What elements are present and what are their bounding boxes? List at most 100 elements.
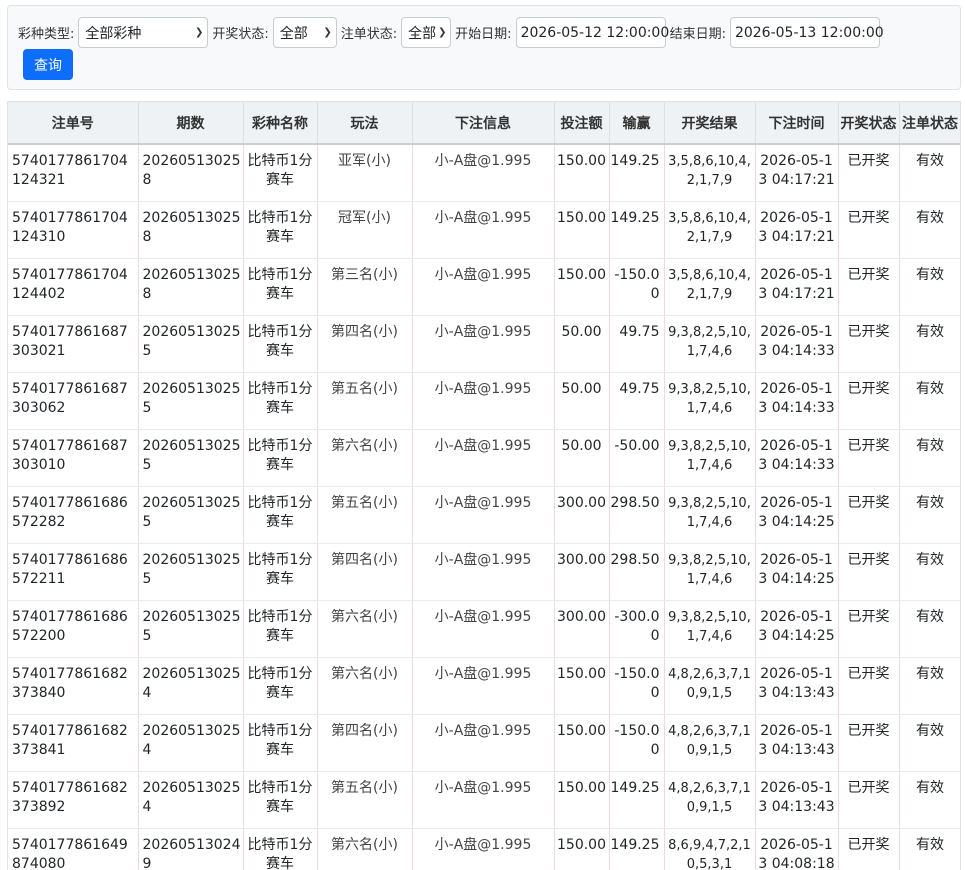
cell-draw-result: 9,3,8,2,5,10,1,7,4,6 xyxy=(664,372,756,430)
bet-status-value: 全部 xyxy=(408,25,437,42)
query-button[interactable]: 查询 xyxy=(23,49,73,80)
cell-win-loss: 149.25 xyxy=(609,771,665,829)
cell-bet-status: 有效 xyxy=(899,828,960,870)
cell-play-type: 第四名(小) xyxy=(317,543,413,601)
bet-status-label: 注单状态: xyxy=(340,27,398,42)
lottery-type-select[interactable]: 全部彩种 ❯ xyxy=(78,17,209,48)
cell-bet-amount: 50.00 xyxy=(554,429,610,487)
cell-bet-info: 小-A盘@1.995 xyxy=(412,657,555,715)
column-header-win-loss: 输赢 xyxy=(609,102,665,145)
cell-bet-status: 有效 xyxy=(899,258,960,316)
cell-draw-status: 已开奖 xyxy=(838,600,900,658)
cell-bet-id: 5740177861682373840 xyxy=(8,657,139,715)
end-date-input[interactable]: 2026-05-13 12:00:00 xyxy=(729,17,884,48)
start-date-value: 2026-05-12 12:00:00 xyxy=(520,24,670,41)
cell-play-type: 第四名(小) xyxy=(317,714,413,772)
cell-bet-amount: 150.00 xyxy=(554,714,610,772)
cell-period: 202605130255 xyxy=(138,486,244,544)
cell-win-loss: -150.00 xyxy=(609,258,665,316)
cell-bet-status: 有效 xyxy=(899,201,960,259)
cell-win-loss: -300.00 xyxy=(609,600,665,658)
cell-lottery-name: 比特币1分赛车 xyxy=(243,486,318,544)
cell-play-type: 第五名(小) xyxy=(317,486,413,544)
table-row: 5740177861687303062 202605130255 比特币1分赛车 第五… xyxy=(8,372,960,430)
column-header-bet-amount: 投注额 xyxy=(554,102,610,145)
cell-bet-time: 2026-05-13 04:14:25 xyxy=(755,543,839,601)
cell-bet-info: 小-A盘@1.995 xyxy=(412,714,555,772)
cell-bet-amount: 50.00 xyxy=(554,315,610,373)
cell-draw-result: 9,3,8,2,5,10,1,7,4,6 xyxy=(664,429,756,487)
cell-bet-id: 5740177861682373892 xyxy=(8,771,139,829)
cell-bet-info: 小-A盘@1.995 xyxy=(412,372,555,430)
table-row: 5740177861704124321 202605130258 比特币1分赛车 亚军… xyxy=(8,144,960,202)
cell-bet-info: 小-A盘@1.995 xyxy=(412,429,555,487)
table-row: 5740177861682373892 202605130254 比特币1分赛车 第五… xyxy=(8,771,960,829)
table-row: 5740177861686572211 202605130255 比特币1分赛车 第四… xyxy=(8,543,960,601)
cell-bet-time: 2026-05-13 04:13:43 xyxy=(755,771,839,829)
cell-draw-status: 已开奖 xyxy=(838,657,900,715)
cell-play-type: 第五名(小) xyxy=(317,372,413,430)
cell-bet-time: 2026-05-13 04:17:21 xyxy=(755,201,839,259)
cell-bet-status: 有效 xyxy=(899,657,960,715)
cell-bet-id: 5740177861704124402 xyxy=(8,258,139,316)
cell-lottery-name: 比特币1分赛车 xyxy=(243,657,318,715)
cell-bet-amount: 150.00 xyxy=(554,144,610,202)
cell-win-loss: -50.00 xyxy=(609,429,665,487)
chevron-down-icon: ❯ xyxy=(438,27,447,38)
cell-lottery-name: 比特币1分赛车 xyxy=(243,315,318,373)
cell-play-type: 第六名(小) xyxy=(317,657,413,715)
cell-draw-result: 9,3,8,2,5,10,1,7,4,6 xyxy=(664,315,756,373)
cell-bet-amount: 300.00 xyxy=(554,486,610,544)
cell-play-type: 第五名(小) xyxy=(317,771,413,829)
cell-draw-result: 4,8,2,6,3,7,10,9,1,5 xyxy=(664,771,756,829)
table-row: 5740177861686572200 202605130255 比特币1分赛车 第六… xyxy=(8,600,960,658)
cell-bet-amount: 300.00 xyxy=(554,600,610,658)
cell-bet-info: 小-A盘@1.995 xyxy=(412,258,555,316)
column-header-bet-status: 注单状态 xyxy=(899,102,960,145)
table-row: 5740177861682373841 202605130254 比特币1分赛车 第四… xyxy=(8,714,960,772)
cell-draw-status: 已开奖 xyxy=(838,828,900,870)
cell-draw-status: 已开奖 xyxy=(838,372,900,430)
cell-bet-info: 小-A盘@1.995 xyxy=(412,771,555,829)
cell-win-loss: 298.50 xyxy=(609,543,665,601)
draw-status-select[interactable]: 全部 ❯ xyxy=(272,17,337,48)
table-row: 5740177861649874080 202605130249 比特币1分赛车 第六… xyxy=(8,828,960,870)
cell-draw-status: 已开奖 xyxy=(838,714,900,772)
cell-period: 202605130255 xyxy=(138,315,244,373)
cell-period: 202605130258 xyxy=(138,201,244,259)
cell-lottery-name: 比特币1分赛车 xyxy=(243,201,318,259)
cell-lottery-name: 比特币1分赛车 xyxy=(243,714,318,772)
cell-bet-status: 有效 xyxy=(899,543,960,601)
cell-period: 202605130254 xyxy=(138,714,244,772)
cell-bet-info: 小-A盘@1.995 xyxy=(412,144,555,202)
column-header-play-type: 玩法 xyxy=(317,102,413,145)
cell-period: 202605130255 xyxy=(138,372,244,430)
cell-bet-status: 有效 xyxy=(899,714,960,772)
cell-period: 202605130255 xyxy=(138,600,244,658)
cell-win-loss: -150.00 xyxy=(609,657,665,715)
cell-period: 202605130255 xyxy=(138,429,244,487)
cell-draw-result: 3,5,8,6,10,4,2,1,7,9 xyxy=(664,258,756,316)
column-header-bet-id: 注单号 xyxy=(8,102,139,145)
cell-draw-status: 已开奖 xyxy=(838,429,900,487)
cell-lottery-name: 比特币1分赛车 xyxy=(243,258,318,316)
cell-play-type: 第四名(小) xyxy=(317,315,413,373)
draw-status-label: 开奖状态: xyxy=(212,27,269,42)
cell-period: 202605130254 xyxy=(138,657,244,715)
column-header-bet-time: 下注时间 xyxy=(755,102,839,145)
cell-draw-result: 9,3,8,2,5,10,1,7,4,6 xyxy=(664,543,756,601)
bet-status-select[interactable]: 全部 ❯ xyxy=(401,17,452,48)
table-row: 5740177861687303010 202605130255 比特币1分赛车 第六… xyxy=(8,429,960,487)
cell-win-loss: 149.25 xyxy=(609,144,665,202)
cell-play-type: 冠军(小) xyxy=(317,201,413,259)
end-date-label: 结束日期: xyxy=(669,27,726,42)
table-row: 5740177861682373840 202605130254 比特币1分赛车 第六… xyxy=(8,657,960,715)
cell-bet-amount: 300.00 xyxy=(554,543,610,601)
cell-bet-amount: 50.00 xyxy=(554,372,610,430)
start-date-input[interactable]: 2026-05-12 12:00:00 xyxy=(515,17,669,48)
cell-draw-status: 已开奖 xyxy=(838,315,900,373)
start-date-label: 开始日期: xyxy=(455,27,512,42)
lottery-type-value: 全部彩种 xyxy=(85,25,142,42)
cell-win-loss: -150.00 xyxy=(609,714,665,772)
cell-bet-status: 有效 xyxy=(899,315,960,373)
